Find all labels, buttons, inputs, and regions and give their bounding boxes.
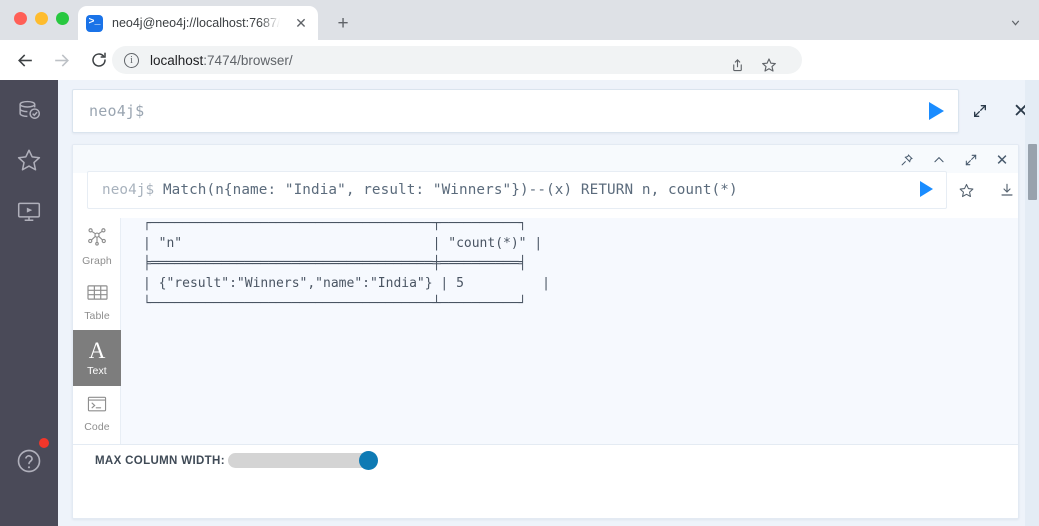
view-tab-list: Graph Table A Text Code [73,218,121,444]
new-tab-button[interactable]: + [332,12,354,34]
frame-query-input[interactable]: neo4j$ Match(n{name: "India", result: "W… [87,171,947,209]
chevron-up-icon[interactable] [929,150,949,170]
frame-query-text: neo4j$ Match(n{name: "India", result: "W… [102,182,738,198]
view-tab-table-label: Table [84,309,110,322]
info-circle-icon[interactable]: i [124,52,139,68]
browser-tab-title: neo4j@neo4j://localhost:7687/ [112,16,280,30]
share-icon[interactable] [724,52,750,78]
expand-arrows-icon[interactable] [969,100,991,122]
scrollbar-track[interactable] [1025,80,1039,526]
main-editor-area: neo4j$ ✕ [72,89,1029,133]
frame-body: Graph Table A Text Code ┌───────────────… [73,216,1018,444]
frame-run-button[interactable] [920,181,933,197]
back-button[interactable] [12,47,38,73]
view-tab-table[interactable]: Table [73,274,121,330]
forward-button[interactable] [48,47,74,73]
text-result-output: ┌────────────────────────────────────┬──… [143,216,550,311]
max-column-width-label: MAX COLUMN WIDTH: [95,455,225,467]
scrollbar-thumb[interactable] [1028,144,1037,200]
reload-button[interactable] [86,47,112,73]
favorite-star-icon[interactable] [955,179,977,201]
view-tab-text-label: Text [87,364,107,377]
view-tab-code[interactable]: Code [73,386,121,442]
pin-icon[interactable] [897,150,917,170]
browser-window: >_ neo4j@neo4j://localhost:7687/ ✕ + i l… [0,0,1039,526]
sidebar-item-database[interactable] [14,95,44,125]
neo4j-sidebar [0,80,58,526]
sidebar-item-help[interactable] [14,446,44,476]
window-controls[interactable] [14,12,69,25]
frame-query-cypher: Match(n{name: "India", result: "Winners"… [154,182,738,198]
sidebar-item-favorites[interactable] [14,145,44,175]
slider-thumb[interactable] [359,451,378,470]
graph-nodes-icon [86,225,108,252]
download-icon[interactable] [996,179,1018,201]
close-frame-button[interactable]: ✕ [992,150,1012,170]
terminal-icon [86,395,108,418]
terminal-icon: >_ [86,14,103,32]
frame-footer: MAX COLUMN WIDTH: [73,444,1018,518]
frame-toolbar: ✕ [73,145,1018,173]
view-tab-graph[interactable]: Graph [73,218,121,274]
minimize-window-button[interactable] [35,12,48,25]
max-column-width-slider[interactable] [228,451,378,470]
address-bar-url: localhost:7474/browser/ [150,53,293,68]
maximize-window-button[interactable] [56,12,69,25]
cypher-editor-placeholder: neo4j$ [89,102,145,120]
table-grid-icon [86,283,109,307]
address-path: :7474/browser/ [203,52,293,68]
cypher-editor[interactable]: neo4j$ [72,89,959,133]
browser-tab[interactable]: >_ neo4j@neo4j://localhost:7687/ ✕ [78,6,318,40]
help-notification-badge [39,438,49,448]
close-window-button[interactable] [14,12,27,25]
run-query-button[interactable] [929,102,944,120]
browser-tab-bar: >_ neo4j@neo4j://localhost:7687/ ✕ + [0,0,1039,40]
view-tab-code-label: Code [84,421,110,433]
sidebar-item-guides[interactable] [14,197,44,227]
bookmark-star-icon[interactable] [756,52,782,78]
address-host: localhost [150,52,204,68]
expand-arrows-icon[interactable] [961,150,981,170]
letter-a-icon: A [88,337,106,363]
result-frame: ✕ neo4j$ Match(n{name: "India", result: … [72,144,1019,519]
neo4j-main-panel: neo4j$ ✕ ✕ neo4j$ Match(n{name: "India",… [58,80,1039,526]
chevron-down-icon[interactable] [1005,12,1025,32]
frame-query-prompt: neo4j$ [102,182,155,198]
view-tab-graph-label: Graph [82,255,112,267]
neo4j-browser: neo4j$ ✕ ✕ neo4j$ Match(n{name: "India",… [0,80,1039,526]
address-bar[interactable]: i localhost:7474/browser/ [112,46,802,74]
browser-toolbar: i localhost:7474/browser/ G [0,40,1039,108]
close-tab-button[interactable]: ✕ [293,15,309,31]
view-tab-text[interactable]: A Text [73,330,121,386]
